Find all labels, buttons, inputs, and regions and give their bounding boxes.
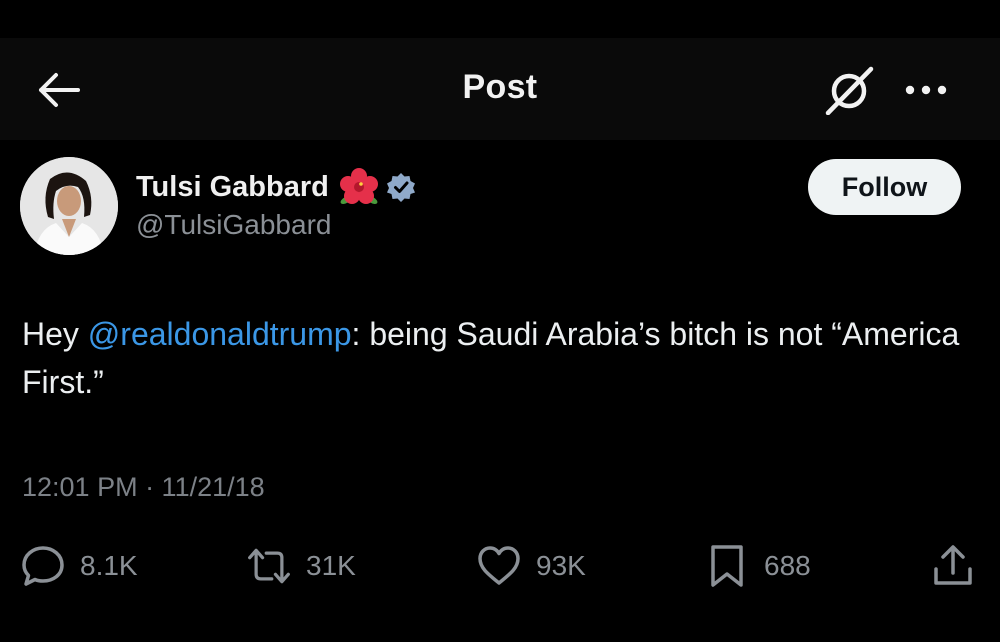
share-button[interactable]	[930, 538, 976, 594]
share-icon	[930, 543, 976, 589]
avatar[interactable]	[20, 157, 118, 255]
more-dots-icon	[905, 85, 947, 95]
reply-icon	[20, 543, 66, 589]
like-count: 93K	[536, 550, 586, 581]
profile-photo-icon	[20, 157, 118, 255]
grok-icon	[825, 66, 874, 115]
top-navigation-bar: Post	[0, 38, 1000, 140]
repost-button[interactable]: 31K	[246, 538, 356, 594]
reply-count: 8.1K	[80, 550, 138, 581]
post-actions-bar: 8.1K 31K 93K 688	[0, 538, 1000, 594]
like-button[interactable]: 93K	[476, 538, 586, 594]
hibiscus-icon	[338, 166, 380, 208]
bookmark-icon	[704, 543, 750, 589]
status-bar-area	[0, 0, 1000, 38]
post-text: Hey @realdonaldtrump: being Saudi Arabia…	[22, 310, 982, 406]
author-handle[interactable]: @TulsiGabbard	[136, 209, 331, 241]
author-name-row: Tulsi Gabbard	[136, 167, 416, 207]
post-timestamp: 12:01 PM · 11/21/18	[22, 472, 265, 502]
heart-icon	[476, 543, 522, 589]
verified-badge-icon	[386, 172, 416, 202]
reply-button[interactable]: 8.1K	[20, 538, 138, 594]
more-options-button[interactable]	[898, 68, 954, 112]
follow-button[interactable]: Follow	[808, 159, 961, 215]
author-name[interactable]: Tulsi Gabbard	[136, 171, 329, 204]
repost-icon	[246, 543, 292, 589]
mention-link[interactable]: @realdonaldtrump	[88, 316, 352, 352]
post-text-start: Hey	[22, 316, 88, 352]
grok-button[interactable]	[822, 64, 878, 116]
repost-count: 31K	[306, 550, 356, 581]
bookmark-count: 688	[764, 550, 811, 581]
bookmark-button[interactable]: 688	[704, 538, 811, 594]
